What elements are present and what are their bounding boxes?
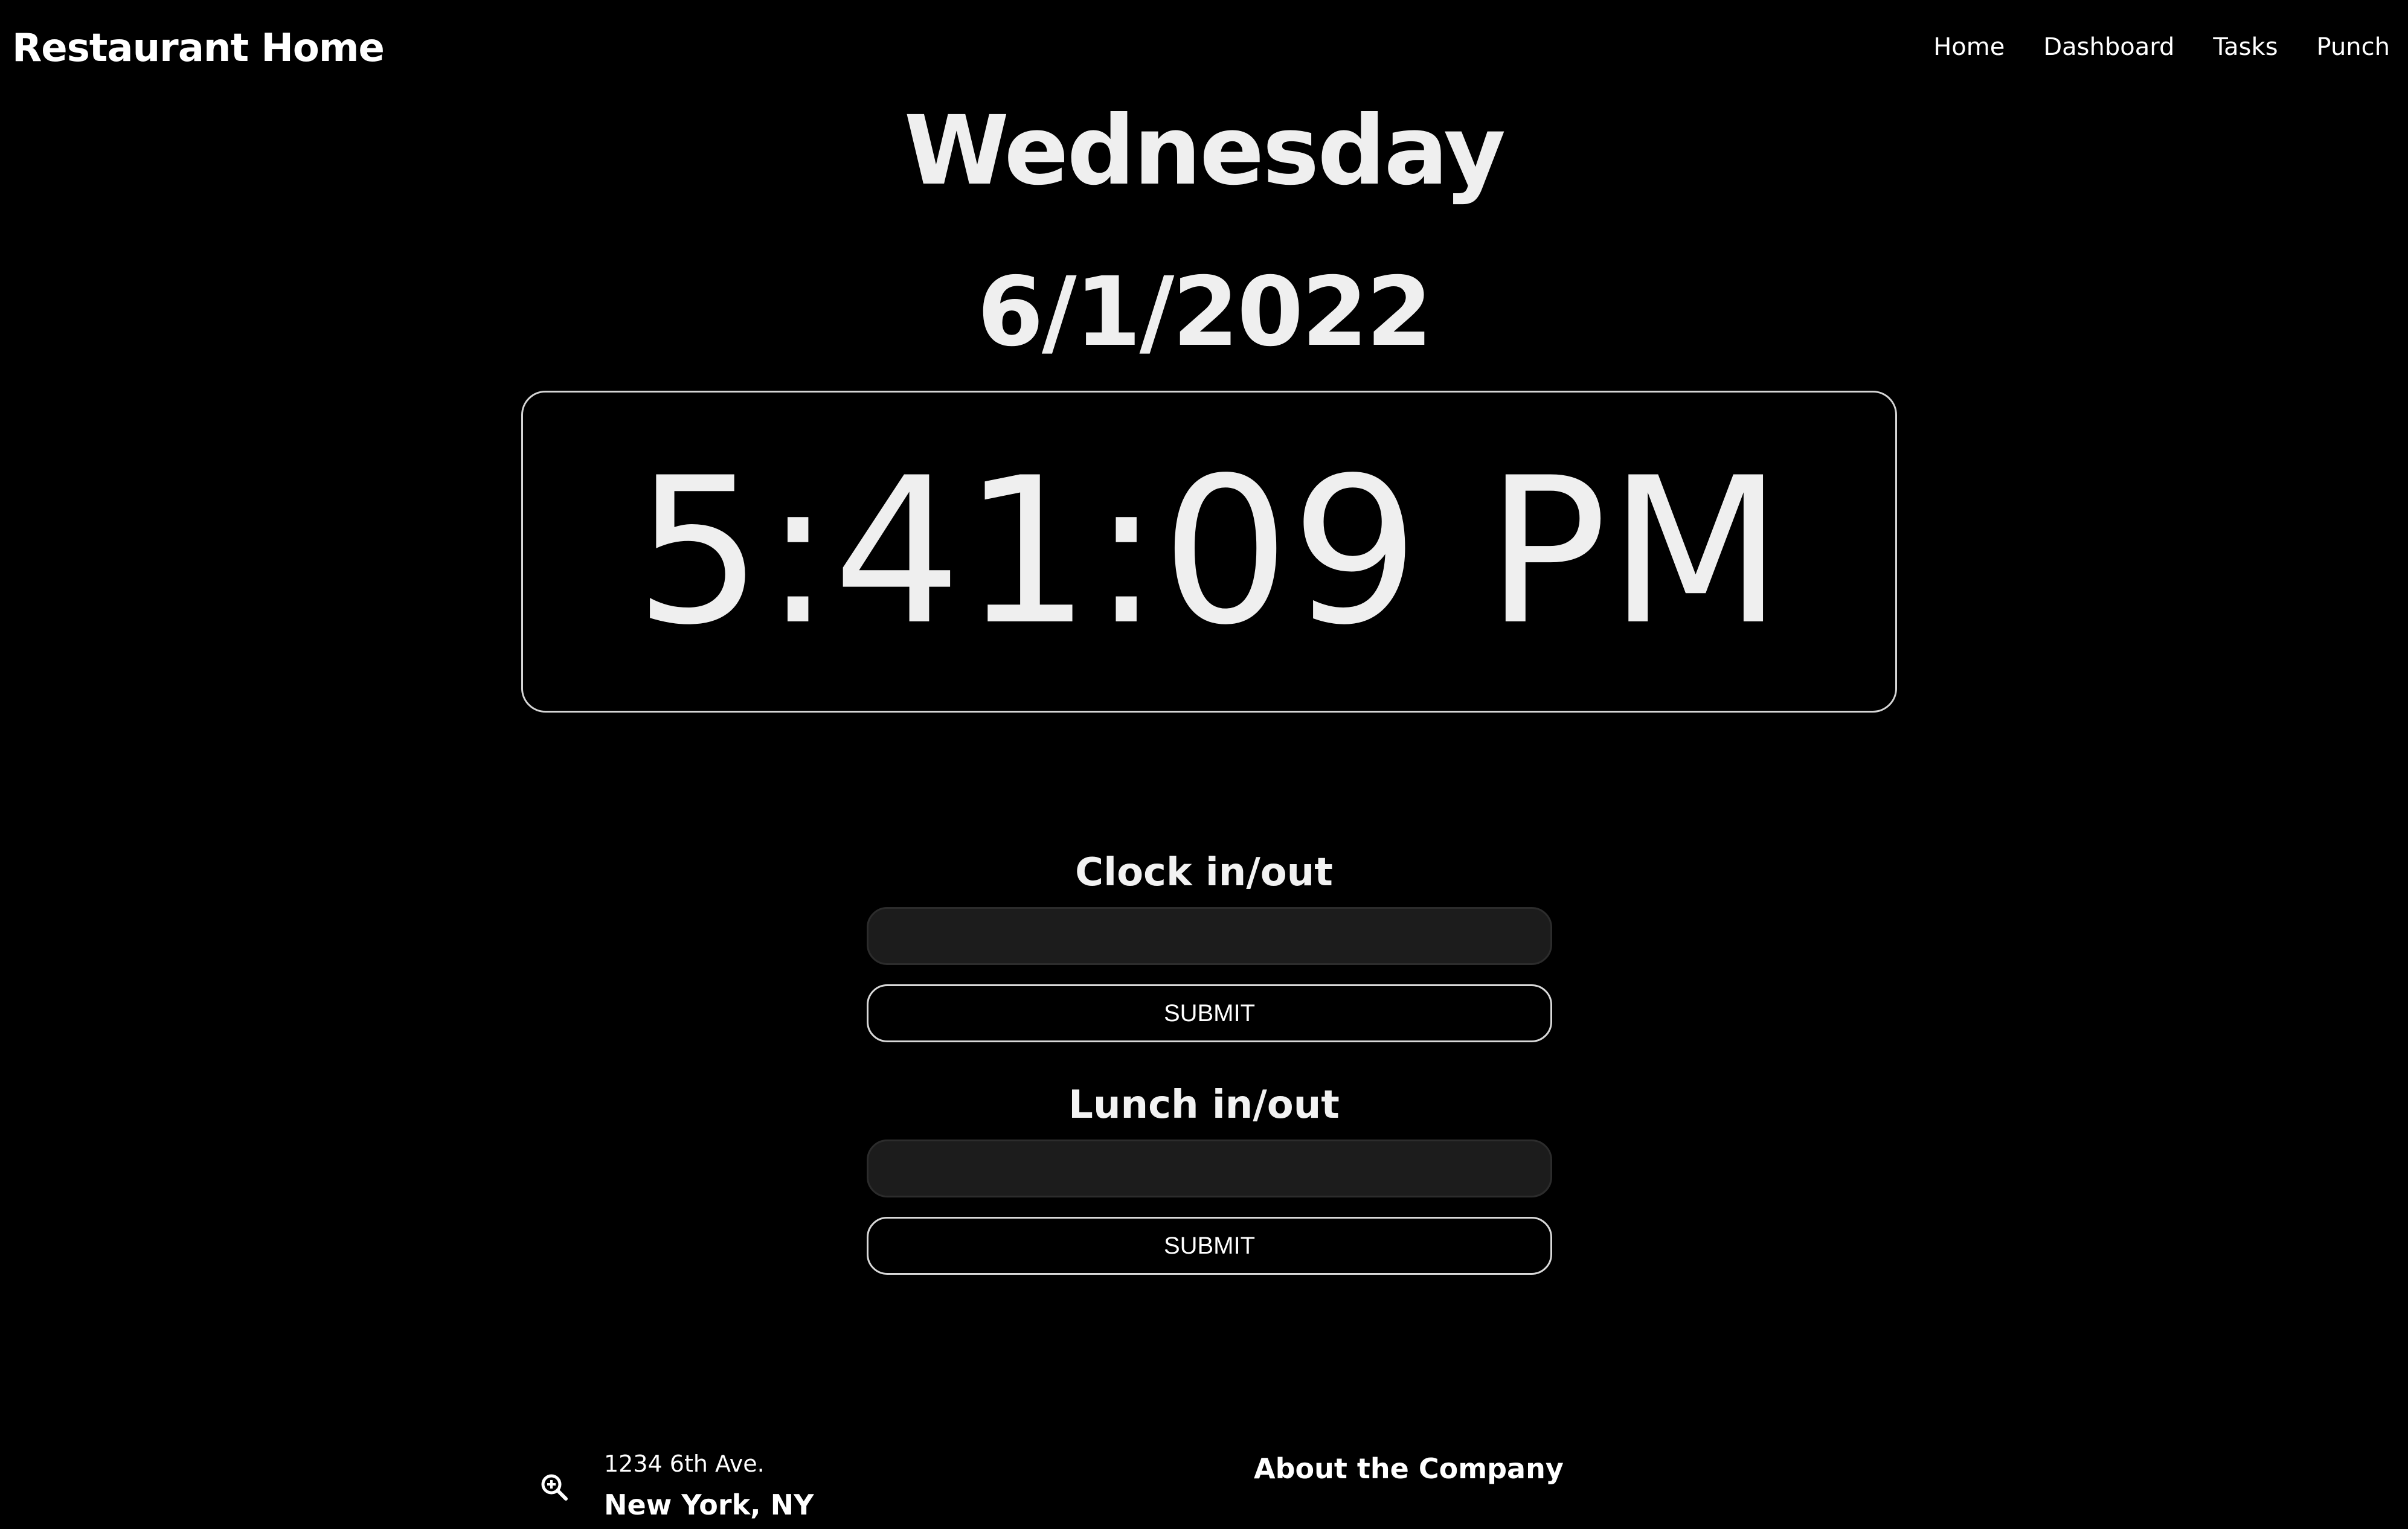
nav-dashboard-link[interactable]: Dashboard bbox=[2043, 28, 2174, 66]
lunch-id-input[interactable] bbox=[867, 1140, 1552, 1197]
nav-home-link[interactable]: Home bbox=[1933, 28, 2005, 66]
clock-id-input[interactable] bbox=[867, 907, 1552, 965]
clock-submit-button[interactable]: SUBMIT bbox=[867, 984, 1552, 1042]
lunch-submit-button[interactable]: SUBMIT bbox=[867, 1217, 1552, 1275]
main-nav: Home Dashboard Tasks Punch bbox=[1933, 28, 2390, 66]
site-brand[interactable]: Restaurant Home bbox=[12, 22, 385, 75]
nav-punch-link[interactable]: Punch bbox=[2317, 28, 2390, 66]
clock-form-title: Clock in/out bbox=[1075, 850, 1333, 895]
footer-address-city: New York, NY bbox=[604, 1489, 814, 1521]
clock-time: 5:41:09 PM bbox=[634, 434, 1784, 669]
clock-panel: 5:41:09 PM bbox=[521, 391, 1897, 713]
zoom-in-icon bbox=[541, 1474, 568, 1501]
date-heading: 6/1/2022 bbox=[977, 257, 1433, 368]
weekday-heading: Wednesday bbox=[904, 95, 1506, 207]
footer-address-street: 1234 6th Ave. bbox=[604, 1450, 765, 1477]
footer-about-heading: About the Company bbox=[1254, 1452, 1564, 1485]
lunch-form-title: Lunch in/out bbox=[1068, 1083, 1340, 1127]
nav-tasks-link[interactable]: Tasks bbox=[2213, 28, 2278, 66]
